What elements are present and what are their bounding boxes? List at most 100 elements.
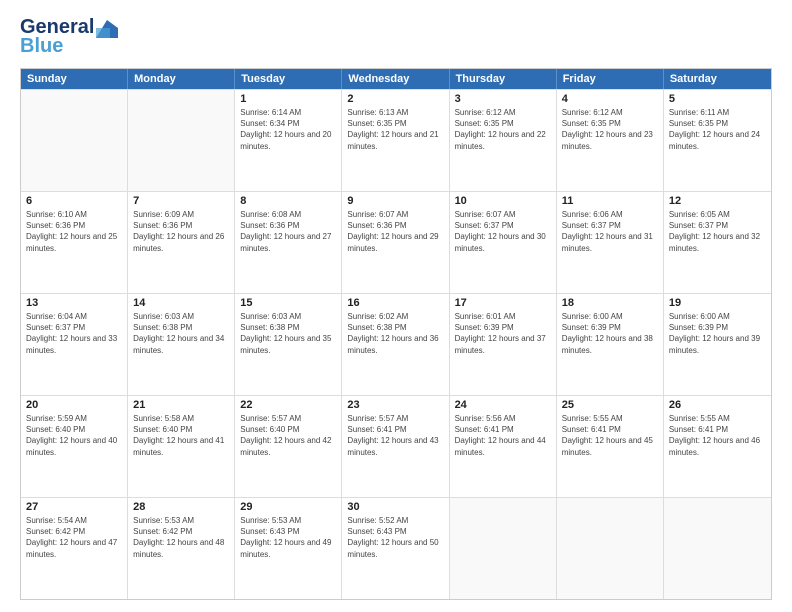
calendar-cell: 7 Sunrise: 6:09 AMSunset: 6:36 PMDaylight…: [128, 192, 235, 293]
day-number: 11: [562, 195, 658, 207]
day-number: 26: [669, 399, 766, 411]
day-number: 29: [240, 501, 336, 513]
cell-info: Sunrise: 6:12 AMSunset: 6:35 PMDaylight:…: [562, 107, 658, 152]
cell-info: Sunrise: 6:13 AMSunset: 6:35 PMDaylight:…: [347, 107, 443, 152]
cell-info: Sunrise: 5:54 AMSunset: 6:42 PMDaylight:…: [26, 515, 122, 560]
cell-info: Sunrise: 6:03 AMSunset: 6:38 PMDaylight:…: [133, 311, 229, 356]
calendar-cell: 6 Sunrise: 6:10 AMSunset: 6:36 PMDaylight…: [21, 192, 128, 293]
calendar-cell: 2 Sunrise: 6:13 AMSunset: 6:35 PMDaylight…: [342, 90, 449, 191]
day-number: 6: [26, 195, 122, 207]
cell-info: Sunrise: 6:12 AMSunset: 6:35 PMDaylight:…: [455, 107, 551, 152]
day-number: 13: [26, 297, 122, 309]
calendar-cell: 12 Sunrise: 6:05 AMSunset: 6:37 PMDayligh…: [664, 192, 771, 293]
calendar-cell: 23 Sunrise: 5:57 AMSunset: 6:41 PMDayligh…: [342, 396, 449, 497]
cell-info: Sunrise: 6:00 AMSunset: 6:39 PMDaylight:…: [669, 311, 766, 356]
calendar-cell: 30 Sunrise: 5:52 AMSunset: 6:43 PMDayligh…: [342, 498, 449, 599]
calendar-cell: [450, 498, 557, 599]
calendar-week: 1 Sunrise: 6:14 AMSunset: 6:34 PMDaylight…: [21, 89, 771, 191]
day-number: 1: [240, 93, 336, 105]
calendar-header: SundayMondayTuesdayWednesdayThursdayFrid…: [21, 69, 771, 89]
calendar-cell: 26Sunrise: 5:55 AMSunset: 6:41 PMDayligh…: [664, 396, 771, 497]
day-number: 8: [240, 195, 336, 207]
calendar-cell: [664, 498, 771, 599]
calendar-week: 27 Sunrise: 5:54 AMSunset: 6:42 PMDayligh…: [21, 497, 771, 599]
calendar-header-cell: Sunday: [21, 69, 128, 89]
cell-info: Sunrise: 5:58 AMSunset: 6:40 PMDaylight:…: [133, 413, 229, 458]
cell-info: Sunrise: 6:14 AMSunset: 6:34 PMDaylight:…: [240, 107, 336, 152]
cell-info: Sunrise: 5:53 AMSunset: 6:43 PMDaylight:…: [240, 515, 336, 560]
calendar-header-cell: Tuesday: [235, 69, 342, 89]
calendar-cell: 10Sunrise: 6:07 AMSunset: 6:37 PMDayligh…: [450, 192, 557, 293]
cell-info: Sunrise: 6:08 AMSunset: 6:36 PMDaylight:…: [240, 209, 336, 254]
page: General Blue SundayMondayTuesdayWednesda…: [0, 0, 792, 612]
cell-info: Sunrise: 6:04 AMSunset: 6:37 PMDaylight:…: [26, 311, 122, 356]
cell-info: Sunrise: 6:05 AMSunset: 6:37 PMDaylight:…: [669, 209, 766, 254]
calendar-header-cell: Wednesday: [342, 69, 449, 89]
day-number: 18: [562, 297, 658, 309]
calendar-cell: 28 Sunrise: 5:53 AMSunset: 6:42 PMDayligh…: [128, 498, 235, 599]
cell-info: Sunrise: 6:09 AMSunset: 6:36 PMDaylight:…: [133, 209, 229, 254]
day-number: 10: [455, 195, 551, 207]
cell-info: Sunrise: 5:59 AMSunset: 6:40 PMDaylight:…: [26, 413, 122, 458]
day-number: 24: [455, 399, 551, 411]
cell-info: Sunrise: 5:52 AMSunset: 6:43 PMDaylight:…: [347, 515, 443, 560]
cell-info: Sunrise: 6:01 AMSunset: 6:39 PMDaylight:…: [455, 311, 551, 356]
day-number: 12: [669, 195, 766, 207]
day-number: 22: [240, 399, 336, 411]
day-number: 17: [455, 297, 551, 309]
calendar-header-cell: Friday: [557, 69, 664, 89]
cell-info: Sunrise: 6:00 AMSunset: 6:39 PMDaylight:…: [562, 311, 658, 356]
day-number: 4: [562, 93, 658, 105]
day-number: 9: [347, 195, 443, 207]
logo-icon: [96, 20, 118, 38]
calendar-cell: 20Sunrise: 5:59 AMSunset: 6:40 PMDayligh…: [21, 396, 128, 497]
day-number: 28: [133, 501, 229, 513]
calendar-cell: 1 Sunrise: 6:14 AMSunset: 6:34 PMDaylight…: [235, 90, 342, 191]
day-number: 15: [240, 297, 336, 309]
calendar-week: 13 Sunrise: 6:04 AMSunset: 6:37 PMDayligh…: [21, 293, 771, 395]
day-number: 19: [669, 297, 766, 309]
calendar-cell: 21Sunrise: 5:58 AMSunset: 6:40 PMDayligh…: [128, 396, 235, 497]
cell-info: Sunrise: 6:03 AMSunset: 6:38 PMDaylight:…: [240, 311, 336, 356]
cell-info: Sunrise: 6:10 AMSunset: 6:36 PMDaylight:…: [26, 209, 122, 254]
day-number: 16: [347, 297, 443, 309]
cell-info: Sunrise: 5:55 AMSunset: 6:41 PMDaylight:…: [562, 413, 658, 458]
cell-info: Sunrise: 5:53 AMSunset: 6:42 PMDaylight:…: [133, 515, 229, 560]
day-number: 23: [347, 399, 443, 411]
cell-info: Sunrise: 6:06 AMSunset: 6:37 PMDaylight:…: [562, 209, 658, 254]
day-number: 5: [669, 93, 766, 105]
logo: General Blue: [20, 16, 118, 58]
day-number: 2: [347, 93, 443, 105]
calendar-cell: 8 Sunrise: 6:08 AMSunset: 6:36 PMDaylight…: [235, 192, 342, 293]
calendar-header-cell: Monday: [128, 69, 235, 89]
day-number: 30: [347, 501, 443, 513]
cell-info: Sunrise: 6:07 AMSunset: 6:36 PMDaylight:…: [347, 209, 443, 254]
calendar-cell: 29 Sunrise: 5:53 AMSunset: 6:43 PMDayligh…: [235, 498, 342, 599]
calendar-cell: 3 Sunrise: 6:12 AMSunset: 6:35 PMDaylight…: [450, 90, 557, 191]
calendar-body: 1 Sunrise: 6:14 AMSunset: 6:34 PMDaylight…: [21, 89, 771, 599]
calendar-cell: 11 Sunrise: 6:06 AMSunset: 6:37 PMDayligh…: [557, 192, 664, 293]
calendar-week: 20Sunrise: 5:59 AMSunset: 6:40 PMDayligh…: [21, 395, 771, 497]
calendar-cell: 17 Sunrise: 6:01 AMSunset: 6:39 PMDayligh…: [450, 294, 557, 395]
calendar-cell: 15 Sunrise: 6:03 AMSunset: 6:38 PMDayligh…: [235, 294, 342, 395]
calendar-week: 6 Sunrise: 6:10 AMSunset: 6:36 PMDaylight…: [21, 191, 771, 293]
calendar-cell: [557, 498, 664, 599]
cell-info: Sunrise: 5:57 AMSunset: 6:41 PMDaylight:…: [347, 413, 443, 458]
header: General Blue: [20, 16, 772, 58]
calendar-cell: 22 Sunrise: 5:57 AMSunset: 6:40 PMDayligh…: [235, 396, 342, 497]
day-number: 27: [26, 501, 122, 513]
calendar-cell: 16Sunrise: 6:02 AMSunset: 6:38 PMDayligh…: [342, 294, 449, 395]
cell-info: Sunrise: 5:57 AMSunset: 6:40 PMDaylight:…: [240, 413, 336, 458]
calendar-cell: 4 Sunrise: 6:12 AMSunset: 6:35 PMDaylight…: [557, 90, 664, 191]
cell-info: Sunrise: 5:56 AMSunset: 6:41 PMDaylight:…: [455, 413, 551, 458]
day-number: 3: [455, 93, 551, 105]
day-number: 7: [133, 195, 229, 207]
day-number: 25: [562, 399, 658, 411]
day-number: 14: [133, 297, 229, 309]
calendar-cell: 24 Sunrise: 5:56 AMSunset: 6:41 PMDayligh…: [450, 396, 557, 497]
calendar-cell: 25 Sunrise: 5:55 AMSunset: 6:41 PMDayligh…: [557, 396, 664, 497]
cell-info: Sunrise: 6:11 AMSunset: 6:35 PMDaylight:…: [669, 107, 766, 152]
calendar-cell: [128, 90, 235, 191]
calendar-header-cell: Saturday: [664, 69, 771, 89]
calendar-cell: 5 Sunrise: 6:11 AMSunset: 6:35 PMDaylight…: [664, 90, 771, 191]
